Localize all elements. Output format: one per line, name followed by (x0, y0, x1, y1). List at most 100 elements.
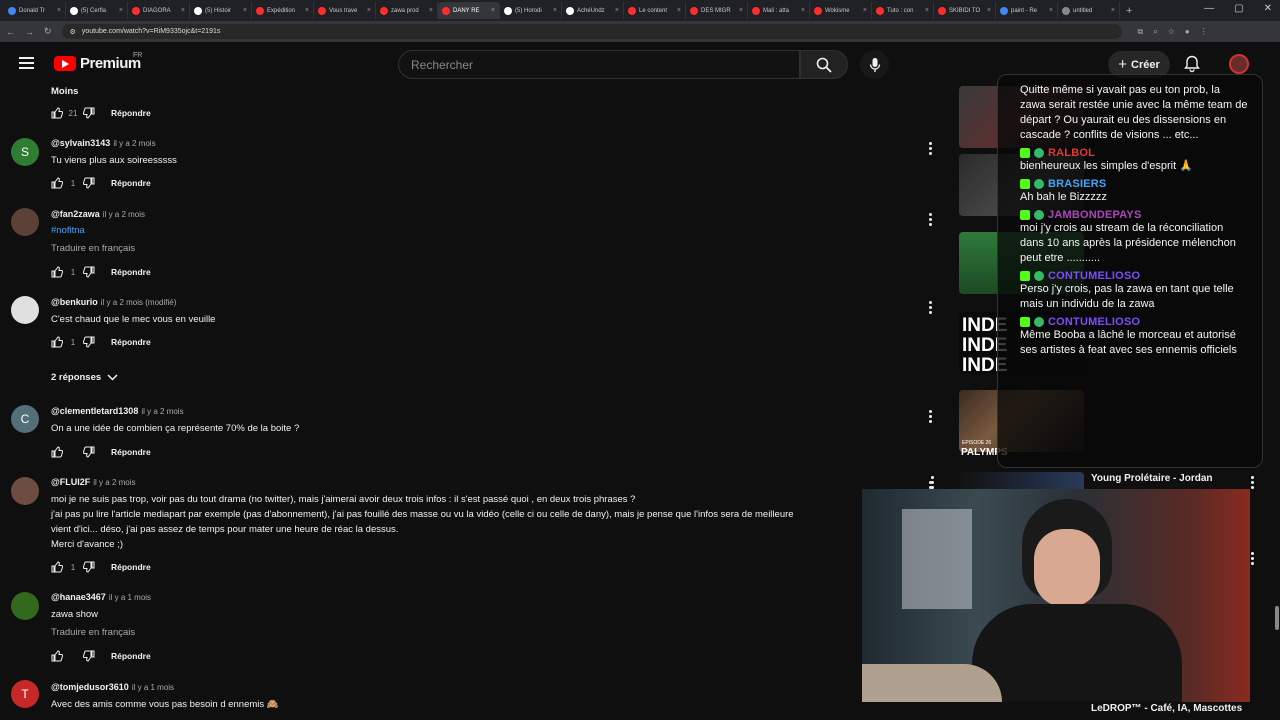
dislike-icon[interactable] (83, 107, 95, 119)
scrollbar-thumb[interactable] (1275, 606, 1279, 630)
browser-tab[interactable]: Wokisme × (810, 2, 872, 19)
reload-icon[interactable]: ↻ (44, 26, 52, 37)
hamburger-menu-icon[interactable] (19, 57, 34, 69)
close-window-icon[interactable]: ✕ (1264, 3, 1272, 14)
comment-menu-icon[interactable] (929, 142, 933, 155)
translate-link[interactable]: Traduire en français (51, 243, 135, 254)
account-avatar[interactable] (1229, 54, 1249, 74)
search-input[interactable]: Rechercher (398, 50, 800, 79)
comment-author[interactable]: @clementletard1308 (51, 406, 138, 416)
translate-link[interactable]: Traduire en français (51, 627, 135, 638)
like-icon[interactable] (51, 266, 63, 278)
voice-search-button[interactable] (860, 50, 889, 79)
browser-tab[interactable]: DES MIGR × (686, 2, 748, 19)
comment-author[interactable]: @FLUI2F (51, 477, 90, 487)
forward-icon[interactable]: → (25, 27, 34, 37)
avatar[interactable]: C (11, 405, 39, 433)
comment-author[interactable]: @hanae3467 (51, 592, 106, 602)
browser-tab[interactable]: Vous trave × (314, 2, 376, 19)
hashtag-link[interactable]: #nofitna (51, 225, 85, 236)
comment-author[interactable]: @benkurio (51, 297, 98, 307)
video-title[interactable]: Young Prolétaire - Jordan (1091, 473, 1213, 484)
avatar[interactable] (11, 208, 39, 236)
comment-menu-icon[interactable] (929, 301, 933, 314)
site-info-icon[interactable]: ⚙ (70, 28, 76, 36)
youtube-premium-logo[interactable]: Premium FR (54, 52, 142, 72)
tab-close-icon[interactable]: × (57, 7, 61, 14)
tab-close-icon[interactable]: × (677, 7, 681, 14)
tab-close-icon[interactable]: × (491, 7, 495, 14)
browser-tab[interactable]: DIAGORA × (128, 2, 190, 19)
reply-button[interactable]: Répondre (111, 267, 151, 277)
video-menu-icon[interactable] (1251, 476, 1255, 489)
browser-tab[interactable]: Expédition × (252, 2, 314, 19)
like-icon[interactable] (51, 561, 63, 573)
comment-time[interactable]: il y a 2 mois (103, 210, 145, 219)
browser-tab[interactable]: AchéUndz × (562, 2, 624, 19)
comment-author[interactable]: @sylvain3143 (51, 138, 110, 148)
new-tab-icon[interactable]: + (1120, 5, 1138, 17)
avatar[interactable] (11, 592, 39, 620)
browser-tab[interactable]: zawa prod × (376, 2, 438, 19)
dislike-icon[interactable] (83, 177, 95, 189)
url-field[interactable]: ⚙ youtube.com/watch?v=RiM9335ojc&t=2191s (61, 24, 1122, 39)
minimize-icon[interactable]: — (1204, 3, 1214, 14)
browser-tab[interactable]: Tuto : con × (872, 2, 934, 19)
browser-tab[interactable]: DANY RE × (438, 2, 500, 19)
avatar[interactable] (11, 477, 39, 505)
browser-tab[interactable]: (5) Histoir × (190, 2, 252, 19)
menu-kebab-icon[interactable]: ⋮ (1200, 27, 1208, 37)
browser-tab[interactable]: (5) Horodi × (500, 2, 562, 19)
back-icon[interactable]: ← (6, 27, 15, 37)
dislike-icon[interactable] (83, 446, 95, 458)
reply-button[interactable]: Répondre (111, 562, 151, 572)
tab-close-icon[interactable]: × (553, 7, 557, 14)
tab-close-icon[interactable]: × (243, 7, 247, 14)
comment-time[interactable]: il y a 1 mois (109, 593, 151, 602)
extension-icon[interactable]: ⧉ (1138, 27, 1144, 37)
tab-close-icon[interactable]: × (1111, 7, 1115, 14)
like-icon[interactable] (51, 446, 63, 458)
tab-close-icon[interactable]: × (429, 7, 433, 14)
bookmark-star-icon[interactable]: ☆ (1168, 27, 1175, 37)
video-menu-icon[interactable] (1251, 552, 1255, 565)
tab-close-icon[interactable]: × (181, 7, 185, 14)
comment-time[interactable]: il y a 1 mois (132, 683, 174, 692)
search-button[interactable] (800, 50, 848, 79)
comment-author[interactable]: @tomjedusor3610 (51, 682, 129, 692)
tab-close-icon[interactable]: × (367, 7, 371, 14)
reply-button[interactable]: Répondre (111, 651, 151, 661)
show-less-link[interactable]: Moins (51, 86, 78, 99)
tab-close-icon[interactable]: × (739, 7, 743, 14)
reply-button[interactable]: Répondre (111, 447, 151, 457)
tab-close-icon[interactable]: × (615, 7, 619, 14)
tab-close-icon[interactable]: × (305, 7, 309, 14)
browser-tab[interactable]: Mali : atta × (748, 2, 810, 19)
reply-button[interactable]: Répondre (111, 178, 151, 188)
browser-tab[interactable]: (5) Cerfla × (66, 2, 128, 19)
like-icon[interactable] (51, 650, 63, 662)
avatar[interactable]: S (11, 138, 39, 166)
tab-close-icon[interactable]: × (987, 7, 991, 14)
comment-time[interactable]: il y a 2 mois (modifié) (101, 298, 177, 307)
video-title[interactable]: LeDROP™ - Café, IA, Mascottes (1091, 703, 1242, 714)
dislike-icon[interactable] (83, 336, 95, 348)
browser-tab[interactable]: Donald Tr × (4, 2, 66, 19)
comment-menu-icon[interactable] (931, 476, 935, 489)
comment-time[interactable]: il y a 2 mois (141, 407, 183, 416)
comment-time[interactable]: il y a 2 mois (93, 478, 135, 487)
avatar[interactable] (11, 296, 39, 324)
like-icon[interactable] (51, 177, 63, 189)
tab-close-icon[interactable]: × (1049, 7, 1053, 14)
avatar[interactable]: T (11, 680, 39, 708)
dislike-icon[interactable] (83, 266, 95, 278)
zoom-icon[interactable]: ⌕ (1153, 27, 1157, 37)
tab-close-icon[interactable]: × (925, 7, 929, 14)
comment-menu-icon[interactable] (929, 213, 933, 226)
dislike-icon[interactable] (83, 650, 95, 662)
tab-close-icon[interactable]: × (863, 7, 867, 14)
maximize-icon[interactable]: ▢ (1234, 3, 1243, 14)
comment-author[interactable]: @fan2zawa (51, 209, 100, 219)
profile-icon[interactable]: ● (1185, 27, 1190, 37)
tab-close-icon[interactable]: × (801, 7, 805, 14)
